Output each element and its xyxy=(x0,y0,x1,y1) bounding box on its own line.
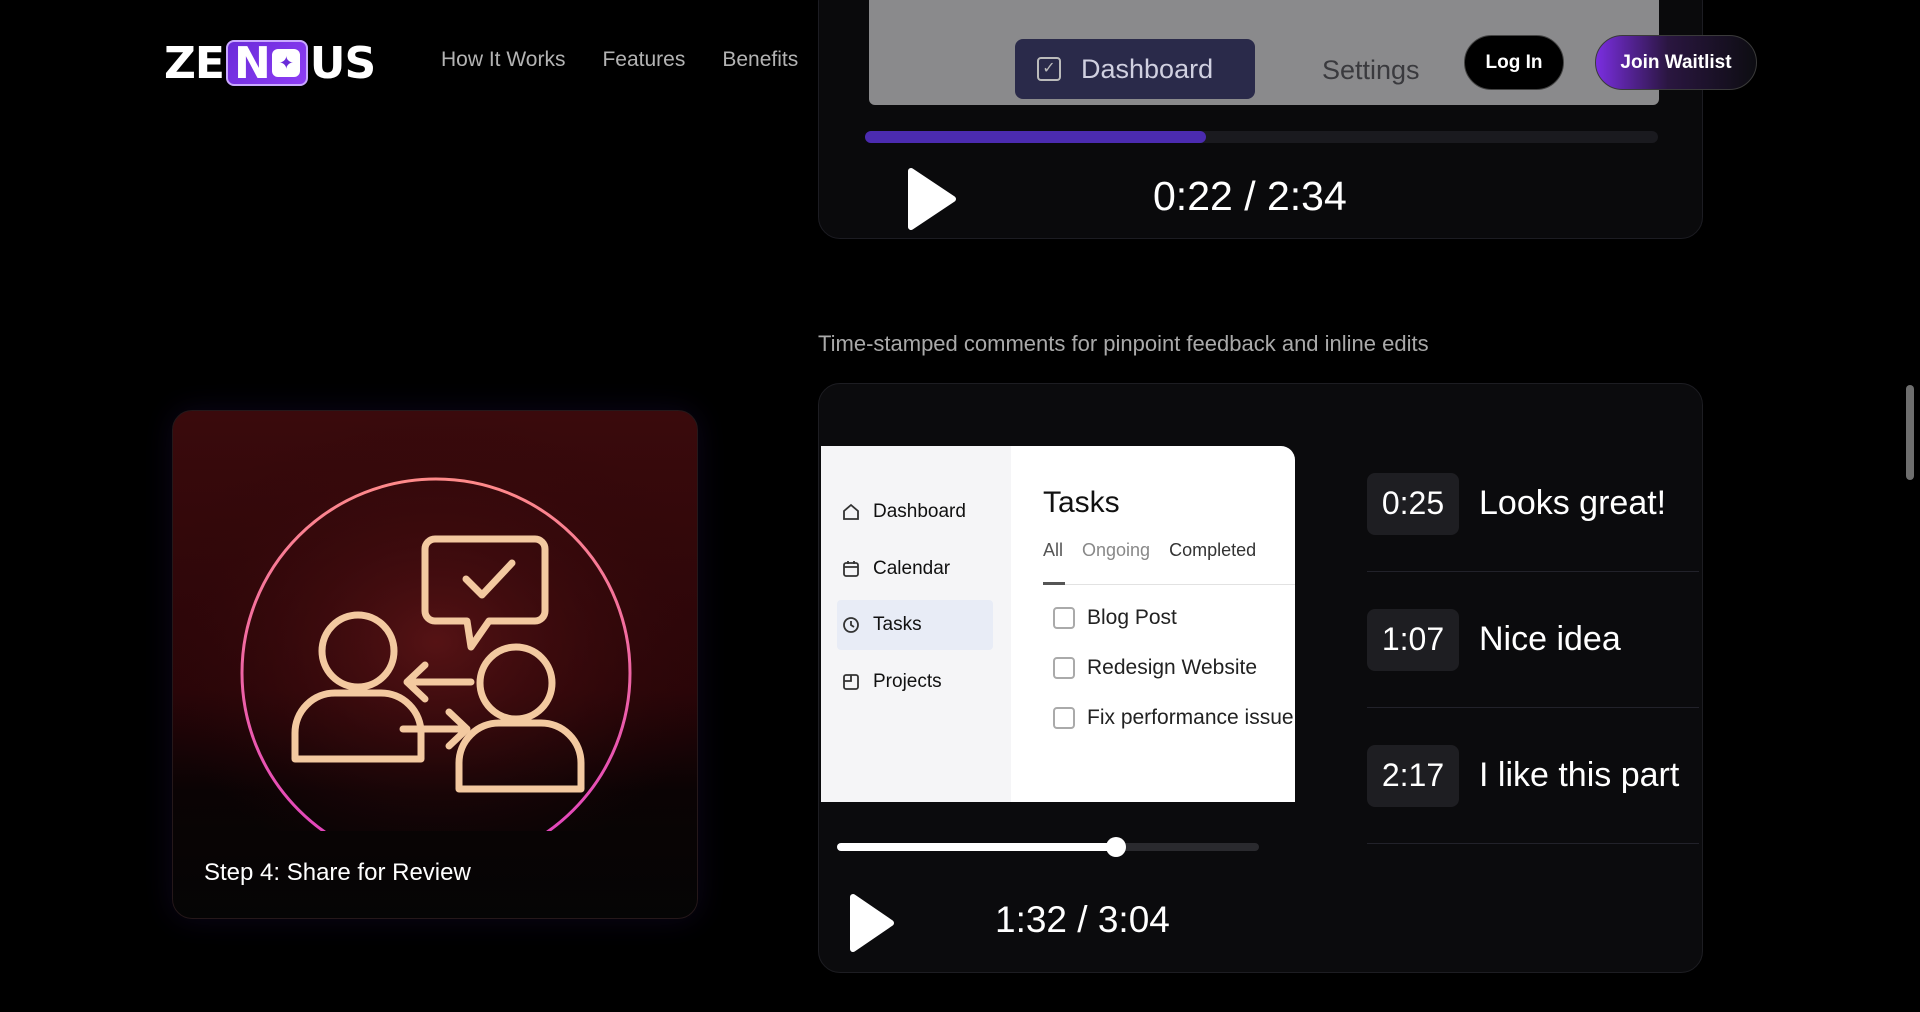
tab-completed[interactable]: Completed xyxy=(1169,540,1256,561)
page-scrollbar[interactable] xyxy=(1906,385,1914,480)
sidebar-item-label: Tasks xyxy=(873,614,922,635)
task-label: Fix performance issue xyxy=(1087,706,1294,729)
checkbox[interactable] xyxy=(1053,657,1075,679)
comment-item[interactable]: 0:25 Looks great! xyxy=(1367,436,1699,572)
login-button[interactable]: Log In xyxy=(1464,35,1564,90)
tasks-icon xyxy=(841,615,861,635)
tab-divider xyxy=(1043,584,1295,585)
task-item[interactable]: Blog Post xyxy=(1053,606,1177,630)
site-header: ZE N ✦ US How It Works Features Benefits… xyxy=(0,0,1920,124)
feature-caption: Time-stamped comments for pinpoint feedb… xyxy=(818,331,1429,356)
tab-all[interactable]: All xyxy=(1043,540,1063,561)
comment-text: Nice idea xyxy=(1479,620,1621,658)
active-tab-indicator xyxy=(1043,582,1065,585)
seek-slider-fill xyxy=(837,843,1116,851)
tasks-title: Tasks xyxy=(1043,486,1120,519)
home-icon xyxy=(841,502,861,522)
seek-slider-handle[interactable] xyxy=(1105,837,1126,857)
logo-text-left: ZE xyxy=(164,37,225,89)
sidebar-item-label: Dashboard xyxy=(873,501,966,522)
logo-text-right: US xyxy=(309,37,376,89)
nav-how-it-works[interactable]: How It Works xyxy=(441,48,565,72)
comment-text: I like this part xyxy=(1479,756,1680,794)
logo-text-chip: N xyxy=(233,37,271,89)
comment-timestamp[interactable]: 0:25 xyxy=(1367,472,1459,535)
comment-timestamp[interactable]: 1:07 xyxy=(1367,608,1459,671)
calendar-icon xyxy=(841,559,861,579)
checkbox[interactable] xyxy=(1053,607,1075,629)
task-label: Redesign Website xyxy=(1087,656,1258,679)
sidebar-item-label: Calendar xyxy=(873,558,951,579)
app-main: Tasks All Ongoing Completed Blog Post Re… xyxy=(1011,446,1295,802)
step-title: Step 4: Share for Review xyxy=(204,859,471,886)
logo-chip: N ✦ xyxy=(225,37,308,89)
sidebar-item-projects[interactable]: Projects xyxy=(837,657,993,707)
comments-video-card: Dashboard Calendar Tasks Projects Tasks … xyxy=(818,383,1703,973)
app-sidebar: Dashboard Calendar Tasks Projects xyxy=(821,446,1011,802)
sidebar-item-tasks[interactable]: Tasks xyxy=(837,600,993,650)
top-video-time: 0:22 / 2:34 xyxy=(1153,173,1347,219)
zenous-logo[interactable]: ZE N ✦ US xyxy=(164,37,376,89)
comment-item[interactable]: 1:07 Nice idea xyxy=(1367,572,1699,708)
main-nav: How It Works Features Benefits xyxy=(441,48,798,72)
share-review-illustration xyxy=(173,411,697,831)
comment-item[interactable]: 2:17 I like this part xyxy=(1367,708,1699,844)
top-video-progress-fill xyxy=(865,131,1206,143)
play-icon[interactable] xyxy=(905,167,957,236)
projects-icon xyxy=(841,672,861,692)
nav-features[interactable]: Features xyxy=(602,48,685,72)
step-card: Step 4: Share for Review xyxy=(172,410,698,919)
checkbox[interactable] xyxy=(1053,707,1075,729)
top-video-progress[interactable] xyxy=(865,131,1658,143)
task-label: Blog Post xyxy=(1087,606,1177,629)
task-tabs: All Ongoing Completed xyxy=(1043,540,1256,561)
app-preview: Dashboard Calendar Tasks Projects Tasks … xyxy=(821,446,1295,802)
video-seek-slider[interactable] xyxy=(837,837,1259,857)
comment-text: Looks great! xyxy=(1479,484,1667,522)
sidebar-item-label: Projects xyxy=(873,671,942,692)
comment-timestamp[interactable]: 2:17 xyxy=(1367,744,1459,807)
sidebar-item-calendar[interactable]: Calendar xyxy=(837,544,993,594)
nav-benefits[interactable]: Benefits xyxy=(722,48,798,72)
sparkle-icon: ✦ xyxy=(271,49,300,77)
task-item[interactable]: Fix performance issue xyxy=(1053,706,1294,730)
video-time: 1:32 / 3:04 xyxy=(995,899,1170,940)
join-waitlist-button[interactable]: Join Waitlist xyxy=(1595,35,1757,90)
task-item[interactable]: Redesign Website xyxy=(1053,656,1257,680)
tab-ongoing[interactable]: Ongoing xyxy=(1082,540,1150,561)
sidebar-item-dashboard[interactable]: Dashboard xyxy=(837,487,993,537)
play-icon[interactable] xyxy=(847,893,895,958)
